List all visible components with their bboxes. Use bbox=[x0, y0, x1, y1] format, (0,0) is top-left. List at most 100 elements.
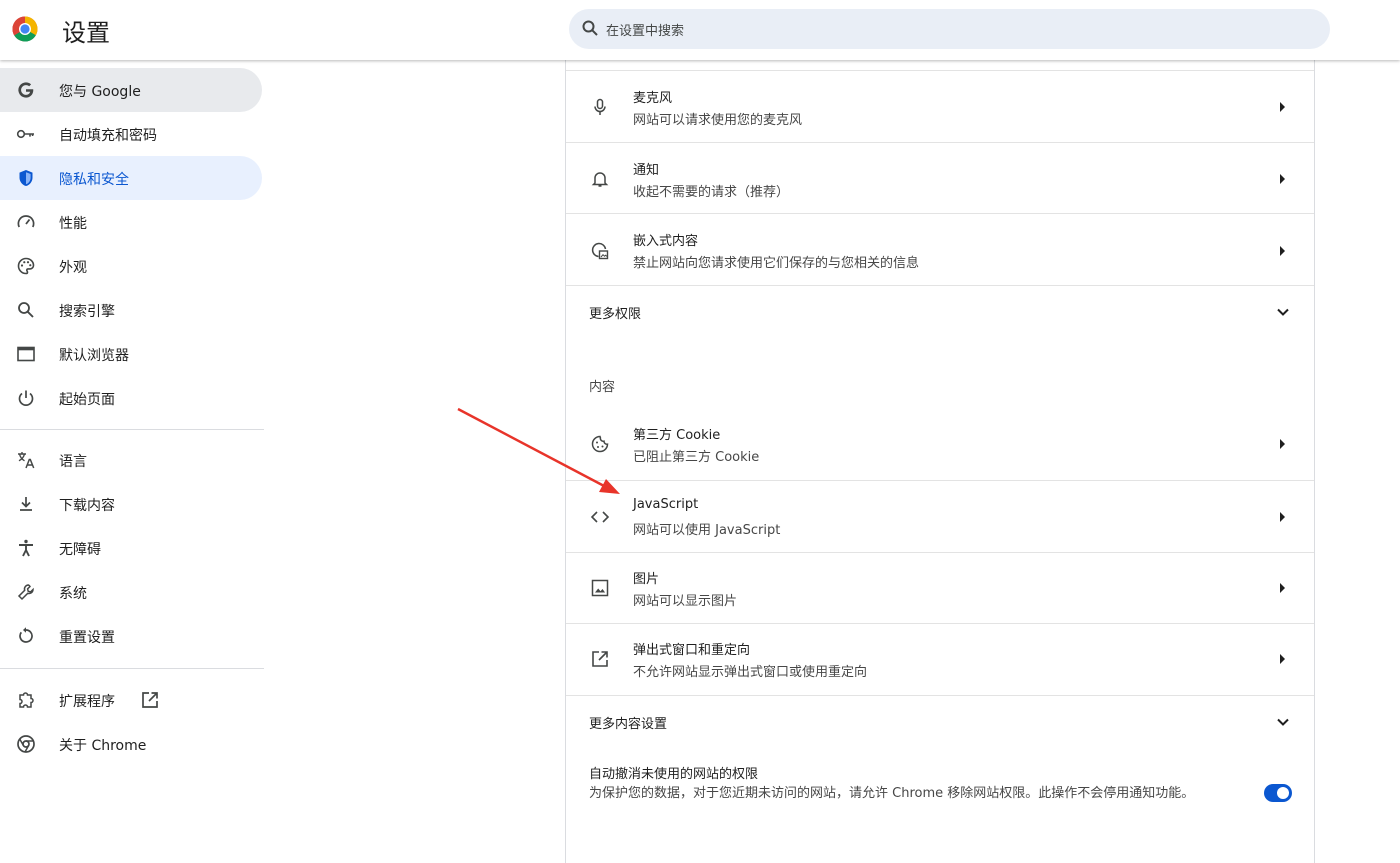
permission-row-embedded-content[interactable]: 嵌入式内容 禁止网站向您请求使用它们保存的与您相关的信息 bbox=[566, 213, 1314, 285]
sidebar-item-label: 您与 Google bbox=[59, 84, 141, 100]
bell-icon bbox=[591, 172, 609, 187]
sidebar-item-performance[interactable]: 性能 bbox=[0, 200, 262, 244]
auto-revoke-setting: 自动撤消未使用的网站的权限 为保护您的数据，对于您近期未访问的网站，请允许 Ch… bbox=[566, 747, 1314, 863]
sidebar-item-label: 下载内容 bbox=[59, 498, 115, 514]
wrench-icon bbox=[17, 584, 34, 601]
sidebar-item-downloads[interactable]: 下载内容 bbox=[0, 482, 262, 526]
arrow-right-icon bbox=[1280, 654, 1285, 664]
sidebar-item-label: 关于 Chrome bbox=[59, 738, 147, 754]
section-heading-content: 内容 bbox=[589, 380, 616, 395]
row-subtitle: 已阻止第三方 Cookie bbox=[633, 450, 760, 465]
sidebar-item-label: 无障碍 bbox=[59, 542, 101, 558]
sidebar-item-startup[interactable]: 起始页面 bbox=[0, 376, 262, 420]
settings-search[interactable]: 在设置中搜索 bbox=[569, 9, 1330, 49]
settings-card: 麦克风 网站可以请求使用您的麦克风 通知 收起不需要的请求（推荐） 嵌入式内容 … bbox=[565, 60, 1315, 863]
row-title: 通知 bbox=[633, 163, 660, 178]
chevron-down-icon bbox=[1277, 718, 1289, 726]
content-row-third-party-cookies[interactable]: 第三方 Cookie 已阻止第三方 Cookie bbox=[566, 408, 1314, 480]
sidebar-item-label: 隐私和安全 bbox=[59, 172, 129, 188]
accessibility-icon bbox=[19, 539, 33, 557]
sidebar-item-label: 默认浏览器 bbox=[59, 348, 129, 364]
sidebar: 您与 Google 自动填充和密码 隐私和安全 性能 外观 搜索引擎 默认浏览器… bbox=[0, 60, 264, 863]
sidebar-item-extensions[interactable]: 扩展程序 bbox=[0, 678, 262, 722]
sidebar-item-label: 起始页面 bbox=[59, 392, 115, 408]
sidebar-item-label: 性能 bbox=[59, 216, 87, 232]
row-subtitle: 禁止网站向您请求使用它们保存的与您相关的信息 bbox=[633, 256, 920, 271]
sidebar-item-label: 扩展程序 bbox=[59, 694, 115, 710]
auto-revoke-toggle[interactable] bbox=[1264, 784, 1292, 802]
open-in-new-icon bbox=[592, 651, 608, 667]
chrome-logo-icon bbox=[12, 16, 38, 42]
arrow-right-icon bbox=[1280, 174, 1285, 184]
row-title: JavaScript bbox=[633, 497, 699, 512]
shield-icon bbox=[19, 170, 33, 186]
power-icon bbox=[18, 390, 34, 406]
row-subtitle: 网站可以使用 JavaScript bbox=[633, 523, 781, 538]
search-icon bbox=[18, 302, 34, 318]
permission-row-microphone[interactable]: 麦克风 网站可以请求使用您的麦克风 bbox=[566, 70, 1314, 142]
content-row-javascript[interactable]: JavaScript 网站可以使用 JavaScript bbox=[566, 480, 1314, 552]
sidebar-item-default-browser[interactable]: 默认浏览器 bbox=[0, 332, 262, 376]
search-icon bbox=[582, 20, 598, 36]
permission-row-notifications[interactable]: 通知 收起不需要的请求（推荐） bbox=[566, 142, 1314, 213]
sidebar-item-label: 自动填充和密码 bbox=[59, 128, 157, 144]
key-icon bbox=[16, 129, 34, 139]
download-icon bbox=[20, 497, 32, 511]
top-bar: 设置 在设置中搜索 bbox=[0, 0, 1400, 60]
row-subtitle: 网站可以请求使用您的麦克风 bbox=[633, 113, 803, 128]
sidebar-divider bbox=[0, 668, 264, 669]
browser-window-icon bbox=[17, 346, 35, 362]
sidebar-item-system[interactable]: 系统 bbox=[0, 570, 262, 614]
page-title: 设置 bbox=[62, 19, 110, 47]
microphone-icon bbox=[594, 98, 606, 115]
sidebar-divider bbox=[0, 429, 264, 430]
sidebar-item-privacy[interactable]: 隐私和安全 bbox=[0, 156, 262, 200]
sidebar-item-you-and-google[interactable]: 您与 Google bbox=[0, 68, 262, 112]
expander-label: 更多内容设置 bbox=[589, 717, 668, 732]
row-subtitle: 收起不需要的请求（推荐） bbox=[633, 185, 790, 200]
content-row-images[interactable]: 图片 网站可以显示图片 bbox=[566, 552, 1314, 623]
open-in-new-icon bbox=[142, 692, 158, 708]
row-title: 嵌入式内容 bbox=[633, 234, 699, 249]
sidebar-item-label: 系统 bbox=[59, 586, 87, 602]
more-content-settings-expander[interactable]: 更多内容设置 bbox=[566, 695, 1314, 747]
code-icon bbox=[590, 511, 610, 523]
setting-title: 自动撤消未使用的网站的权限 bbox=[589, 767, 759, 782]
content-row-popups[interactable]: 弹出式窗口和重定向 不允许网站显示弹出式窗口或使用重定向 bbox=[566, 623, 1314, 695]
arrow-right-icon bbox=[1280, 512, 1285, 522]
arrow-right-icon bbox=[1280, 102, 1285, 112]
embedded-content-icon bbox=[591, 242, 609, 260]
expander-label: 更多权限 bbox=[589, 307, 642, 322]
cookie-icon bbox=[591, 435, 609, 453]
row-title: 麦克风 bbox=[633, 91, 673, 106]
puzzle-icon bbox=[19, 692, 34, 708]
chevron-down-icon bbox=[1277, 308, 1289, 316]
google-g-icon bbox=[18, 82, 34, 98]
more-permissions-expander[interactable]: 更多权限 bbox=[566, 285, 1314, 337]
arrow-right-icon bbox=[1280, 583, 1285, 593]
speedometer-icon bbox=[17, 215, 35, 228]
sidebar-item-languages[interactable]: 语言 bbox=[0, 438, 262, 482]
arrow-right-icon bbox=[1280, 439, 1285, 449]
search-input[interactable]: 在设置中搜索 bbox=[606, 20, 684, 39]
sidebar-item-appearance[interactable]: 外观 bbox=[0, 244, 262, 288]
sidebar-item-accessibility[interactable]: 无障碍 bbox=[0, 526, 262, 570]
chrome-icon bbox=[17, 735, 35, 753]
sidebar-item-search-engine[interactable]: 搜索引擎 bbox=[0, 288, 262, 332]
sidebar-item-label: 重置设置 bbox=[59, 630, 115, 646]
sidebar-item-reset[interactable]: 重置设置 bbox=[0, 614, 262, 658]
row-title: 弹出式窗口和重定向 bbox=[633, 643, 751, 658]
row-title: 图片 bbox=[633, 572, 660, 587]
arrow-right-icon bbox=[1280, 246, 1285, 256]
setting-description: 为保护您的数据，对于您近期未访问的网站，请允许 Chrome 移除网站权限。此操… bbox=[589, 786, 1195, 801]
sidebar-item-label: 搜索引擎 bbox=[59, 304, 115, 320]
row-subtitle: 不允许网站显示弹出式窗口或使用重定向 bbox=[633, 665, 868, 680]
sidebar-item-autofill[interactable]: 自动填充和密码 bbox=[0, 112, 262, 156]
row-subtitle: 网站可以显示图片 bbox=[633, 594, 738, 609]
palette-icon bbox=[17, 257, 35, 275]
image-icon bbox=[591, 579, 609, 597]
reset-icon bbox=[19, 627, 33, 643]
toggle-knob bbox=[1277, 787, 1289, 799]
sidebar-item-label: 外观 bbox=[59, 260, 87, 276]
sidebar-item-about-chrome[interactable]: 关于 Chrome bbox=[0, 722, 262, 766]
